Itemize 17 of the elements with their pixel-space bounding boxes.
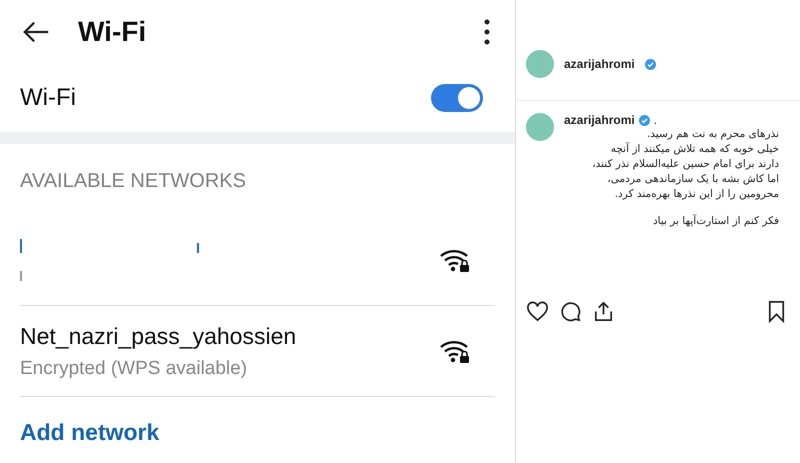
screen-title: Wi-Fi xyxy=(78,16,148,48)
wifi-label: Wi-Fi xyxy=(20,84,76,112)
username[interactable]: azarijahromi xyxy=(564,57,635,71)
caption-username[interactable]: azarijahromi xyxy=(564,113,635,127)
share-icon[interactable] xyxy=(592,300,615,323)
more-icon[interactable] xyxy=(484,19,490,45)
wifi-toggle[interactable] xyxy=(431,84,483,112)
caption-closing: فکر کنم از استارت‌آپها بر بیاد xyxy=(652,214,779,229)
network-name[interactable]: Net_nazri_pass_yahossien xyxy=(20,322,439,350)
network-status: Encrypted (WPS available) xyxy=(20,358,248,380)
caption-punctuation: . xyxy=(654,113,658,127)
like-icon[interactable] xyxy=(526,300,549,323)
caption-text: نذرهای محرم به نت هم رسید. خیلی خوبه که همه تلاش میکنند از آنچه دارند برای امام حسین علیه‌السلام نذر کنند، اما کاش بشه با یک سازماندهی مردمی، محرومین را از این نذرها بهره‌مند کرد. xyxy=(591,127,779,202)
back-icon[interactable] xyxy=(22,20,50,44)
section-title: AVAILABLE NETWORKS xyxy=(20,170,247,193)
add-network-link[interactable]: Add network xyxy=(20,419,160,446)
comment-icon[interactable] xyxy=(559,300,582,323)
